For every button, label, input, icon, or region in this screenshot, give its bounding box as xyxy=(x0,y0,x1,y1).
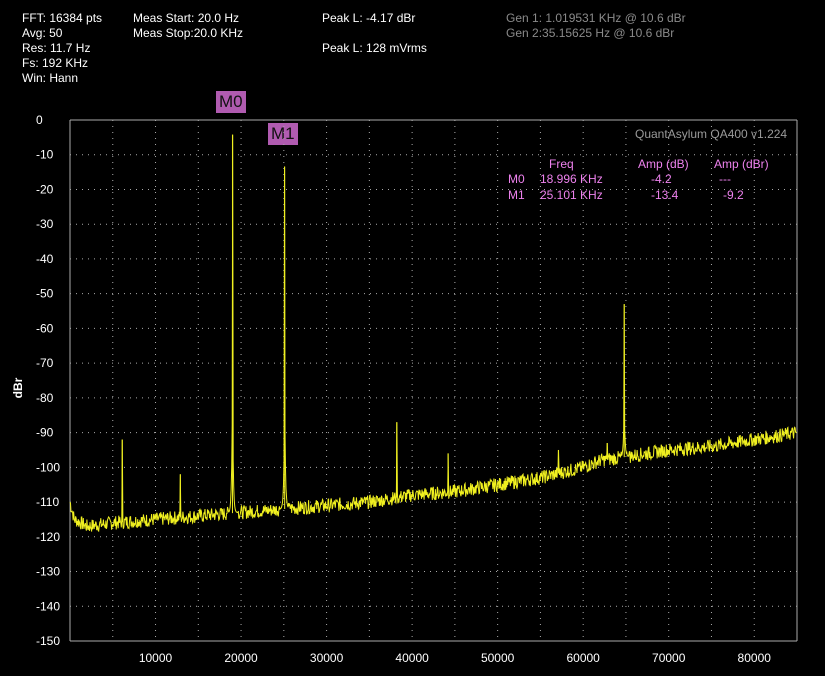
y-tick-label: -30 xyxy=(36,217,54,231)
marker-table-header-amp-dbr: Amp (dBr) xyxy=(714,157,769,171)
spectrum-trace xyxy=(69,134,797,533)
marker-row-m1-freq: 25.101 KHz xyxy=(540,188,603,202)
marker-table-header-freq: Freq xyxy=(549,157,574,171)
y-tick-label: -120 xyxy=(36,530,60,544)
y-axis-ticks: 0 -10 -20 -30 -40 -50 -60 -70 -80 -90 -100 -110 -120… xyxy=(36,113,60,648)
marker-row-m0-label: M0 xyxy=(508,172,525,186)
marker-row-m1-amp-db: -13.4 xyxy=(651,188,679,202)
y-tick-label: 0 xyxy=(36,113,43,127)
y-tick-label: -70 xyxy=(36,356,54,370)
y-tick-label: -110 xyxy=(36,495,59,509)
marker-row-m1-label: M1 xyxy=(508,188,525,202)
x-tick-label: 40000 xyxy=(395,651,429,665)
x-tick-label: 60000 xyxy=(566,651,600,665)
x-tick-label: 20000 xyxy=(224,651,258,665)
marker-row-m0-amp-dbr: --- xyxy=(719,172,731,186)
marker-row-m1-amp-dbr: -9.2 xyxy=(723,188,744,202)
spectrum-chart: 0 -10 -20 -30 -40 -50 -60 -70 -80 -90 -100 -110 -120… xyxy=(11,113,798,665)
x-tick-label: 80000 xyxy=(738,651,772,665)
y-tick-label: -100 xyxy=(36,460,60,474)
x-tick-label: 70000 xyxy=(652,651,686,665)
y-tick-label: -50 xyxy=(36,287,54,301)
marker-table-header-amp-db: Amp (dB) xyxy=(638,157,689,171)
chart-grid xyxy=(69,119,798,642)
x-axis-ticks: 10000 20000 30000 40000 50000 60000 70000 80000 xyxy=(139,651,771,665)
y-tick-label: -130 xyxy=(36,565,60,579)
y-tick-label: -20 xyxy=(36,182,54,196)
y-tick-label: -150 xyxy=(36,634,60,648)
y-tick-label: -90 xyxy=(36,426,54,440)
y-tick-label: -80 xyxy=(36,391,54,405)
x-tick-label: 30000 xyxy=(310,651,344,665)
marker-row-m0-freq: 18.996 KHz xyxy=(540,172,603,186)
y-tick-label: -10 xyxy=(36,148,54,162)
y-axis-label: dBr xyxy=(11,377,25,398)
x-tick-label: 10000 xyxy=(139,651,173,665)
y-tick-label: -40 xyxy=(36,252,54,266)
y-tick-label: -60 xyxy=(36,321,54,335)
y-tick-label: -140 xyxy=(36,599,60,613)
marker-row-m0-amp-db: -4.2 xyxy=(651,172,672,186)
x-tick-label: 50000 xyxy=(481,651,515,665)
version-watermark: QuantAsylum QA400 v1.224 xyxy=(635,127,788,141)
